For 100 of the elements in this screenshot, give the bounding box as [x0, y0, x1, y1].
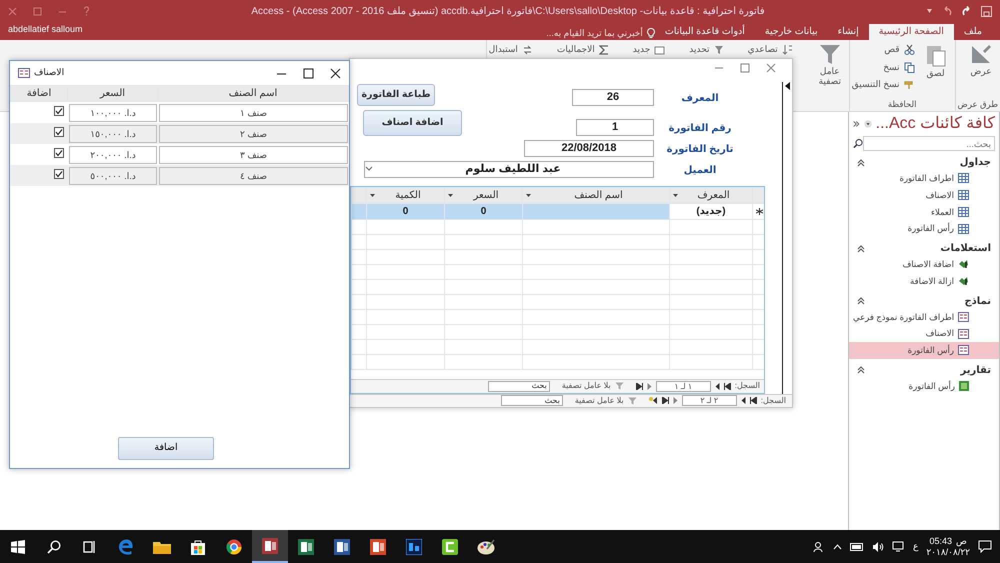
previous-record-icon[interactable]	[714, 382, 720, 390]
collapse-icon[interactable]	[857, 366, 865, 374]
new-record-icon[interactable]	[648, 397, 658, 404]
app-icon[interactable]	[442, 538, 458, 554]
nav-item[interactable]: رأس الفاتورة	[849, 378, 999, 394]
ribbon-button[interactable]: نسخ التنسيق	[852, 78, 915, 92]
browser-icon[interactable]	[226, 538, 242, 554]
start-icon[interactable]	[11, 540, 25, 554]
ribbon-tab[interactable]: الصفحة الرئيسية	[868, 24, 954, 40]
network-icon[interactable]	[892, 541, 905, 552]
ribbon-button[interactable]: جديد	[632, 43, 666, 56]
column-header[interactable]: اسم الصنف	[158, 86, 348, 102]
search-icon[interactable]	[853, 138, 864, 149]
nav-item[interactable]: العملاء	[849, 204, 999, 220]
app-icon[interactable]	[370, 538, 386, 554]
last-record-icon[interactable]	[636, 382, 643, 390]
next-record-icon[interactable]	[672, 397, 678, 404]
record-position-field[interactable]: ١ لـ ١	[656, 380, 711, 392]
shopping-bag-icon[interactable]	[190, 538, 206, 554]
ribbon-tab[interactable]: ملف	[954, 24, 992, 40]
search-field[interactable]: بحث	[488, 380, 550, 392]
column-header[interactable]: المعرف	[670, 187, 752, 204]
nav-item[interactable]: اطراف الفاتورة نموذج فرعي	[849, 308, 999, 326]
column-header[interactable]: السعر	[68, 86, 158, 102]
ribbon-button[interactable]: لصق	[918, 43, 953, 79]
folder-icon[interactable]	[153, 540, 171, 554]
text-field[interactable]: صنف ٢	[159, 125, 348, 143]
add-button[interactable]: اضافة	[118, 437, 214, 460]
app-icon[interactable]	[262, 538, 278, 554]
column-header[interactable]: السعر	[444, 187, 522, 204]
ribbon-button[interactable]: تصاعدي	[748, 43, 793, 56]
collapse-icon[interactable]	[853, 120, 860, 128]
text-field[interactable]: صنف ١	[159, 104, 348, 122]
app-icon[interactable]	[334, 538, 350, 554]
nav-item[interactable]: الاصناف	[849, 186, 999, 204]
group-header[interactable]: نماذج	[964, 294, 991, 308]
search-field[interactable]: بحث...	[863, 136, 995, 151]
text-field[interactable]: د.ا. ٥٠٠,٠٠٠	[69, 167, 157, 185]
nav-item[interactable]: اطراف الفاتورة	[849, 170, 999, 187]
people-icon[interactable]	[812, 540, 825, 552]
column-header[interactable]: اسم الصنف	[522, 187, 670, 204]
close-icon[interactable]	[330, 68, 341, 78]
text-field[interactable]: د.ا. ٢٠٠,٠٠٠	[69, 146, 157, 164]
ribbon-button[interactable]: استبدال	[488, 43, 533, 56]
text-field[interactable]: صنف ٤	[159, 167, 348, 185]
nav-item[interactable]: الاصناف	[849, 325, 999, 342]
text-field[interactable]: 26	[572, 88, 654, 106]
collapse-icon[interactable]	[857, 158, 865, 166]
form-button[interactable]: اضافة اصناف	[363, 110, 462, 136]
nav-item[interactable]: ازالة الاضافة	[849, 272, 999, 290]
ribbon-tab[interactable]: بيانات خارجية	[754, 24, 828, 40]
language-indicator[interactable]: ع	[912, 540, 918, 554]
app-icon[interactable]	[298, 538, 314, 554]
text-field[interactable]: صنف ٣	[159, 146, 348, 164]
dropdown-icon[interactable]	[864, 119, 872, 129]
battery-icon[interactable]	[850, 542, 864, 550]
checkbox[interactable]	[54, 106, 64, 116]
maximize-icon[interactable]	[303, 68, 314, 78]
nav-item[interactable]: رأس الفاتورة	[849, 220, 999, 237]
ribbon-tab[interactable]: إنشاء	[828, 24, 869, 40]
column-header[interactable]: اضافة	[10, 86, 68, 102]
save-icon[interactable]	[981, 6, 992, 16]
previous-record-icon[interactable]	[740, 397, 746, 404]
search-field[interactable]: بحث	[500, 395, 563, 406]
last-record-icon[interactable]	[662, 397, 669, 404]
speaker-icon[interactable]	[872, 542, 884, 552]
first-record-icon[interactable]	[724, 382, 731, 390]
checkbox[interactable]	[54, 148, 64, 158]
ribbon-button[interactable]: قص	[852, 43, 915, 56]
group-header[interactable]: جداول	[960, 155, 991, 170]
chevron-up-icon[interactable]	[832, 544, 842, 550]
ribbon-button[interactable]: تحديد	[689, 43, 724, 56]
nav-item[interactable]: رأس الفاتورة	[849, 342, 999, 359]
column-header[interactable]: الكمية	[366, 187, 444, 204]
checkbox[interactable]	[54, 126, 64, 137]
caret-icon[interactable]	[926, 8, 933, 14]
form-button[interactable]: طباعة الفاتورة	[357, 84, 435, 106]
ribbon-button[interactable]: نسخ	[852, 60, 915, 74]
nav-item[interactable]: اضافة الاصناف	[849, 256, 999, 273]
group-header[interactable]: تقارير	[960, 362, 991, 378]
next-record-icon[interactable]	[646, 382, 652, 390]
ribbon-tab[interactable]: أدوات قاعدة البيانات	[654, 24, 755, 40]
text-field[interactable]: 1	[576, 118, 654, 136]
palette-icon[interactable]	[477, 538, 495, 554]
first-record-icon[interactable]	[750, 397, 757, 404]
task-view-icon[interactable]	[83, 540, 97, 554]
app-icon[interactable]	[406, 538, 422, 554]
group-header[interactable]: استعلامات	[940, 241, 991, 256]
notification-icon[interactable]	[978, 540, 992, 553]
search-icon[interactable]	[47, 540, 61, 554]
ribbon-button[interactable]: عرض	[964, 43, 998, 77]
record-position-field[interactable]: ٢ لـ ٢	[682, 395, 737, 406]
text-field[interactable]: د.ا. ١٠٠,٠٠٠	[69, 104, 157, 122]
collapse-icon[interactable]	[857, 297, 865, 305]
ribbon-button[interactable]: الاجماليات	[556, 43, 609, 56]
tell-me-field[interactable]: أخبرني بما تريد القيام به...	[452, 26, 643, 40]
checkbox[interactable]	[54, 168, 64, 179]
text-field[interactable]: د.ا. ١٥٠,٠٠٠	[69, 125, 157, 143]
ribbon-button[interactable]: عامل تصفية	[812, 43, 847, 87]
collapse-icon[interactable]	[857, 244, 865, 252]
